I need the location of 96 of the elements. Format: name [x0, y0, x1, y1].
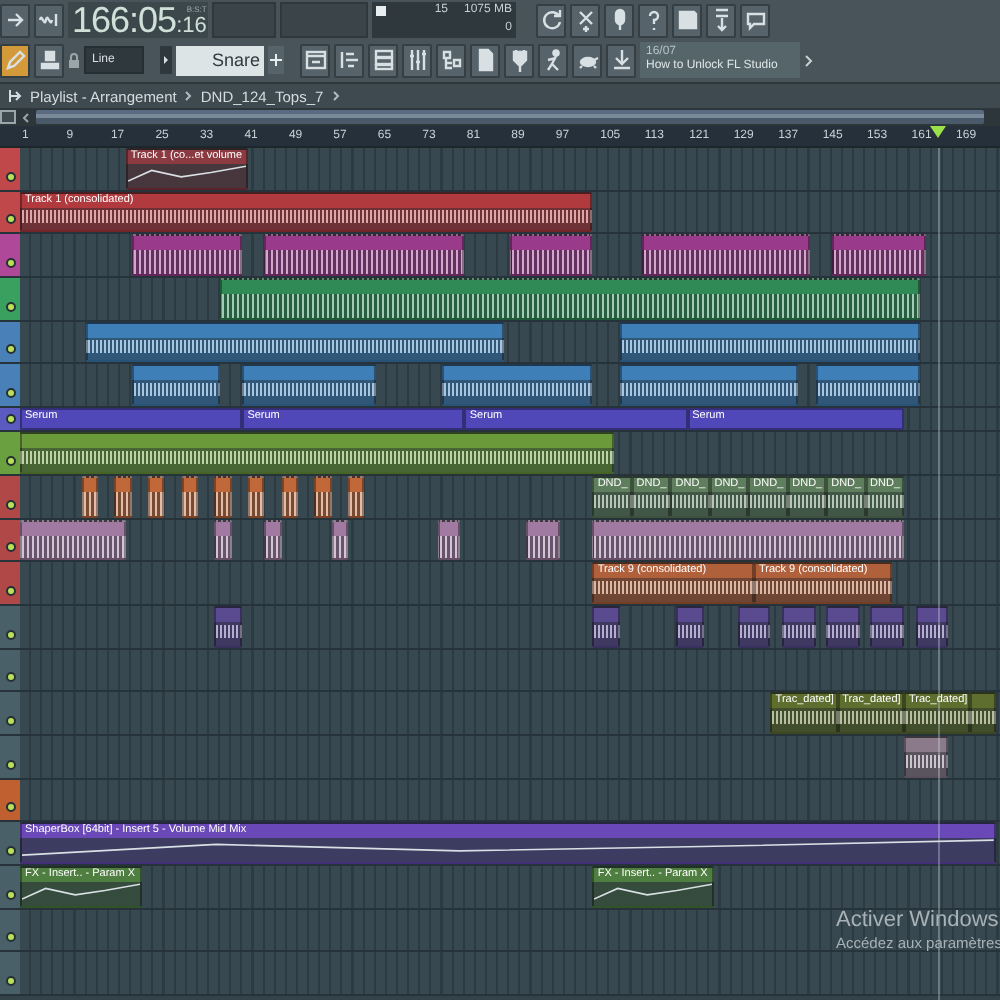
pattern-clip[interactable]: [642, 234, 810, 277]
window-icon[interactable]: [300, 43, 330, 77]
mute-toggle[interactable]: [5, 759, 15, 770]
pattern-clip[interactable]: [264, 234, 465, 277]
mute-toggle[interactable]: [5, 258, 15, 269]
pattern-clip[interactable]: [214, 519, 232, 561]
mute-toggle[interactable]: [5, 846, 15, 856]
mute-toggle[interactable]: [5, 344, 15, 355]
pencil-icon[interactable]: [0, 43, 30, 77]
waveform-icon[interactable]: [34, 3, 64, 37]
page-icon[interactable]: [470, 43, 500, 77]
scissors-icon[interactable]: [570, 3, 600, 37]
chevron-icon[interactable]: [804, 53, 814, 67]
save-icon[interactable]: [672, 3, 702, 37]
pattern-clip[interactable]: [437, 519, 460, 561]
pattern-clip[interactable]: [592, 519, 904, 561]
chevron-icon[interactable]: [22, 111, 30, 123]
pattern-clip[interactable]: [331, 519, 348, 561]
automation-curve: [594, 882, 713, 904]
mute-toggle[interactable]: [5, 802, 15, 813]
render-icon[interactable]: [706, 3, 736, 37]
pattern-clip[interactable]: [181, 475, 198, 517]
pattern-clip[interactable]: [509, 234, 593, 277]
audio-clip[interactable]: [676, 605, 704, 648]
activation-title: Activer Windows: [836, 908, 1000, 934]
mute-toggle[interactable]: [5, 171, 15, 182]
turtle-icon[interactable]: [572, 43, 602, 77]
mute-toggle[interactable]: [5, 214, 15, 225]
list-icon[interactable]: [368, 43, 398, 77]
pattern-clip[interactable]: [247, 475, 265, 517]
stamp-icon[interactable]: [34, 43, 64, 77]
cpu-meter: [376, 6, 386, 16]
pattern-clip[interactable]: [314, 475, 332, 517]
tool-target-field[interactable]: Snare: [176, 45, 264, 75]
pattern-clip[interactable]: [81, 475, 98, 517]
audio-clip[interactable]: [815, 364, 921, 407]
pattern-clip[interactable]: [525, 519, 560, 561]
audio-clip[interactable]: [592, 605, 621, 648]
chat-icon[interactable]: [740, 3, 770, 37]
download-icon[interactable]: [606, 43, 636, 77]
browser-icon[interactable]: [436, 43, 466, 77]
mute-toggle[interactable]: [5, 715, 15, 726]
microphone-icon[interactable]: [604, 3, 634, 37]
pattern-clip[interactable]: [20, 519, 126, 561]
pattern-clip[interactable]: [264, 519, 282, 561]
audio-clip[interactable]: [20, 432, 615, 474]
mute-toggle[interactable]: [5, 889, 15, 900]
audio-clip[interactable]: [737, 605, 771, 648]
grid-icon[interactable]: [0, 110, 16, 124]
mixer-icon[interactable]: [402, 43, 432, 77]
audio-clip[interactable]: [870, 605, 904, 648]
help-icon[interactable]: [638, 3, 668, 37]
mute-toggle[interactable]: [5, 672, 15, 683]
audio-clip[interactable]: [242, 364, 376, 407]
playlist-icon: [6, 88, 22, 104]
pattern-clip[interactable]: [147, 475, 165, 517]
mute-toggle[interactable]: [5, 455, 15, 466]
pattern-clip[interactable]: [348, 475, 365, 517]
pattern-clip[interactable]: [131, 234, 243, 277]
audio-clip[interactable]: [442, 364, 593, 407]
pattern-clip[interactable]: [281, 475, 298, 517]
pattern-clip[interactable]: [214, 475, 232, 517]
mute-toggle[interactable]: [5, 499, 15, 509]
mute-toggle[interactable]: [5, 976, 15, 987]
audio-clip[interactable]: [970, 692, 996, 734]
audio-clip[interactable]: [86, 321, 504, 363]
mute-toggle[interactable]: [5, 542, 15, 553]
pattern-clip[interactable]: [220, 278, 921, 320]
plug-icon[interactable]: [504, 43, 534, 77]
mute-toggle[interactable]: [5, 301, 15, 312]
audio-clip[interactable]: [214, 605, 243, 648]
automation-curve: [127, 164, 246, 186]
audio-clip[interactable]: [620, 321, 921, 363]
mute-toggle[interactable]: [5, 388, 15, 399]
add-icon[interactable]: [268, 46, 284, 74]
mute-toggle[interactable]: [5, 932, 15, 943]
chevron-icon[interactable]: [331, 90, 340, 102]
song-time: 166:05: [72, 2, 177, 38]
audio-clip[interactable]: [915, 605, 949, 648]
pattern-clip[interactable]: [831, 234, 927, 277]
piano-roll-icon[interactable]: [334, 43, 364, 77]
automation-curve: [22, 882, 141, 904]
mute-toggle[interactable]: [5, 414, 15, 425]
audio-clip[interactable]: [781, 605, 816, 648]
figure-icon[interactable]: [538, 43, 568, 77]
audio-clip[interactable]: [620, 364, 799, 407]
pattern-clip[interactable]: [114, 475, 132, 517]
audio-clip[interactable]: [904, 735, 949, 778]
chevron-icon[interactable]: [184, 90, 193, 102]
mute-toggle[interactable]: [5, 629, 15, 640]
audio-clip[interactable]: [131, 364, 221, 407]
refresh-icon[interactable]: [536, 3, 566, 37]
time-ticks: :16: [176, 14, 207, 38]
audio-clip[interactable]: [826, 605, 860, 648]
lock-icon[interactable]: [68, 52, 80, 68]
mute-toggle[interactable]: [5, 585, 15, 596]
